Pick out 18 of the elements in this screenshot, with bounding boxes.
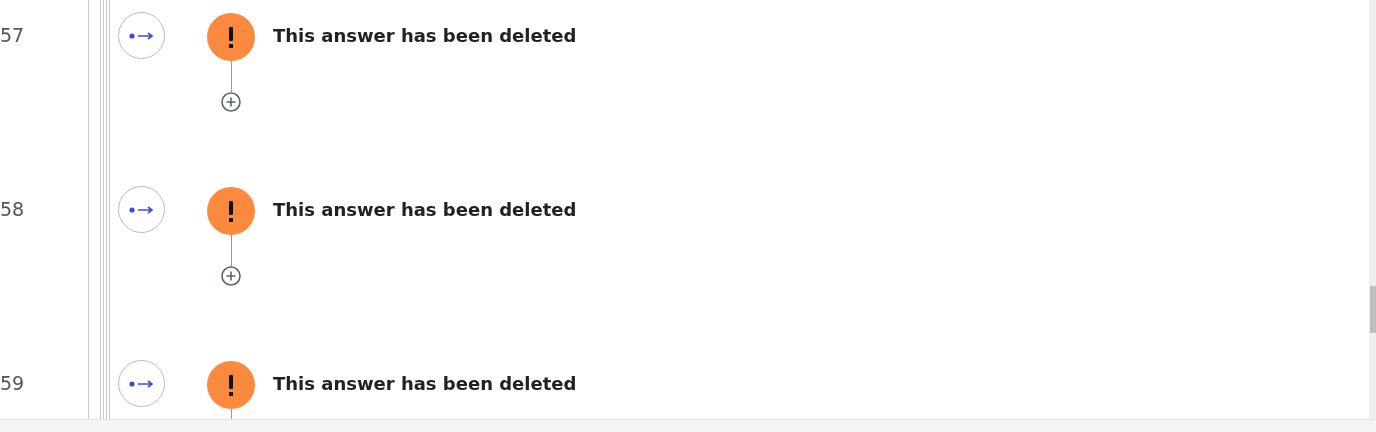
dot-arrow-icon bbox=[128, 31, 155, 40]
scrollbar-thumb[interactable] bbox=[1370, 286, 1376, 333]
deleted-message: This answer has been deleted bbox=[273, 372, 577, 396]
add-button[interactable] bbox=[221, 266, 241, 286]
deleted-message: This answer has been deleted bbox=[273, 198, 577, 222]
step-button[interactable] bbox=[118, 360, 165, 407]
deleted-message: This answer has been deleted bbox=[273, 24, 577, 48]
line-number: 58 bbox=[0, 197, 25, 221]
add-button[interactable] bbox=[221, 92, 241, 112]
alert-icon bbox=[207, 361, 255, 409]
alert-icon bbox=[207, 187, 255, 235]
dot-arrow-icon bbox=[128, 205, 155, 214]
line-number: 57 bbox=[0, 23, 25, 47]
line-number: 59 bbox=[0, 371, 25, 395]
alert-icon bbox=[207, 13, 255, 61]
step-button[interactable] bbox=[118, 186, 165, 233]
step-button[interactable] bbox=[118, 12, 165, 59]
dot-arrow-icon bbox=[128, 379, 155, 388]
